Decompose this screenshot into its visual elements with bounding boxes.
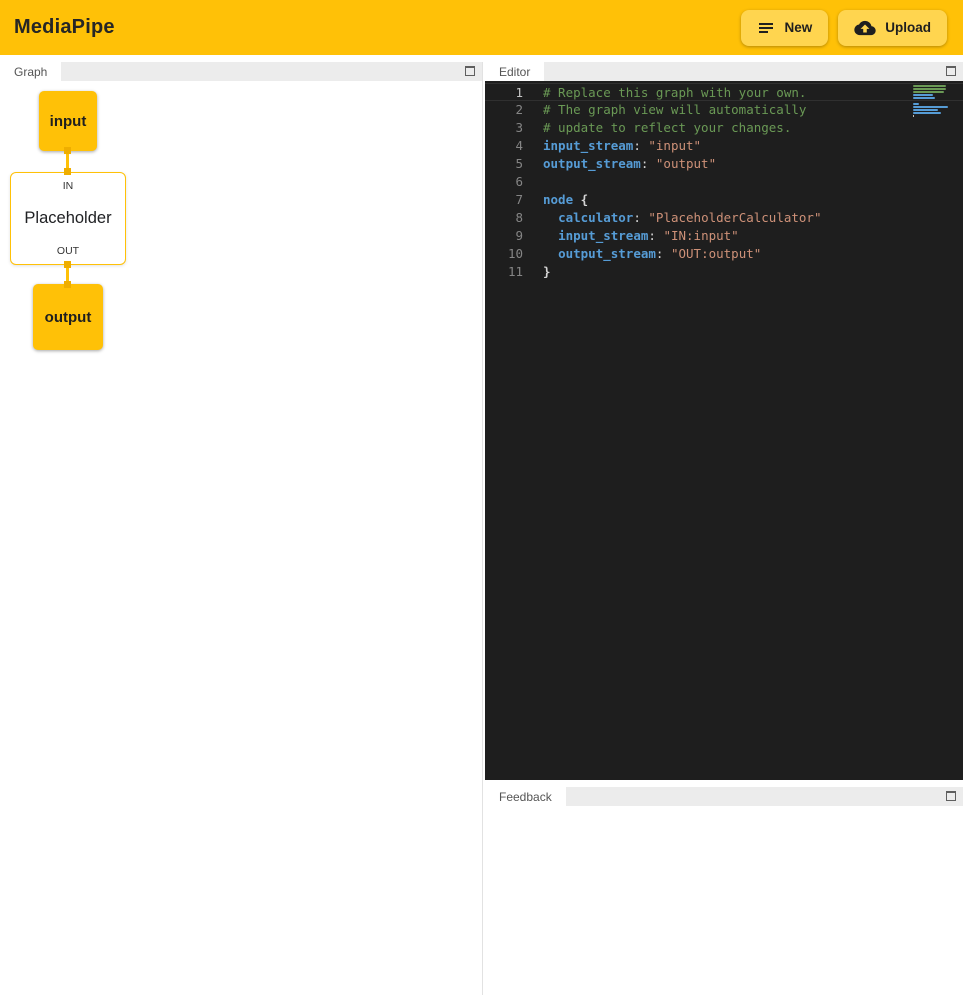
graph-panel: Graph input IN Placeholder OUT output	[0, 62, 483, 995]
main-layout: Graph input IN Placeholder OUT output Ed…	[0, 62, 963, 995]
graph-node-input[interactable]: input	[39, 91, 97, 151]
graph-panel-tabs: Graph	[0, 62, 482, 81]
code-line[interactable]: 9 input_stream: "IN:input"	[485, 227, 963, 245]
code-line[interactable]: 10 output_stream: "OUT:output"	[485, 245, 963, 263]
line-number: 5	[485, 155, 543, 173]
line-number: 3	[485, 119, 543, 137]
editor-minimap[interactable]	[913, 85, 949, 117]
line-number: 4	[485, 137, 543, 155]
upload-button[interactable]: Upload	[838, 10, 947, 46]
code-line[interactable]: 8 calculator: "PlaceholderCalculator"	[485, 209, 963, 227]
feedback-body[interactable]	[485, 806, 963, 995]
editor-popout-icon[interactable]	[946, 66, 956, 76]
line-number: 7	[485, 191, 543, 209]
code-lines: 1# Replace this graph with your own.2# T…	[485, 83, 963, 281]
edge-connector-dot	[64, 261, 71, 268]
new-list-icon	[757, 19, 775, 37]
tab-graph[interactable]: Graph	[0, 62, 61, 81]
graph-canvas[interactable]: input IN Placeholder OUT output	[0, 81, 482, 995]
placeholder-in-port: IN	[63, 180, 74, 192]
feedback-panel-tabs: Feedback	[485, 787, 963, 806]
editor-panel-tabs: Editor	[485, 62, 963, 81]
feedback-panel: Feedback	[485, 787, 963, 995]
upload-button-label: Upload	[885, 20, 931, 35]
new-button[interactable]: New	[741, 10, 828, 46]
line-number: 11	[485, 263, 543, 281]
graph-node-output[interactable]: output	[33, 284, 103, 350]
code-editor[interactable]: 1# Replace this graph with your own.2# T…	[485, 81, 963, 780]
app-title: MediaPipe	[14, 16, 115, 39]
editor-panel: Editor 1# Replace this graph with your o…	[485, 62, 963, 780]
code-line[interactable]: 6	[485, 173, 963, 191]
line-number: 6	[485, 173, 543, 191]
line-number: 2	[485, 101, 543, 119]
graph-node-placeholder[interactable]: IN Placeholder OUT	[10, 172, 126, 265]
placeholder-out-port: OUT	[57, 245, 79, 257]
edge-connector-dot	[64, 147, 71, 154]
edge-connector-dot	[64, 281, 71, 288]
line-number: 1	[485, 84, 543, 100]
edge-connector-dot	[64, 168, 71, 175]
code-line[interactable]: 5output_stream: "output"	[485, 155, 963, 173]
code-line[interactable]: 2# The graph view will automatically	[485, 101, 963, 119]
placeholder-node-title: Placeholder	[24, 209, 111, 228]
header-actions: New Upload	[741, 10, 949, 46]
tab-editor[interactable]: Editor	[485, 62, 544, 81]
code-line[interactable]: 3# update to reflect your changes.	[485, 119, 963, 137]
right-column: Editor 1# Replace this graph with your o…	[485, 62, 963, 995]
graph-popout-icon[interactable]	[465, 66, 475, 76]
line-number: 9	[485, 227, 543, 245]
code-line[interactable]: 1# Replace this graph with your own.	[485, 83, 963, 101]
new-button-label: New	[784, 20, 812, 35]
tab-feedback[interactable]: Feedback	[485, 787, 566, 806]
app-header: MediaPipe New Upload	[0, 0, 963, 55]
line-number: 8	[485, 209, 543, 227]
line-number: 10	[485, 245, 543, 263]
cloud-upload-icon	[854, 20, 876, 36]
code-line[interactable]: 11}	[485, 263, 963, 281]
feedback-popout-icon[interactable]	[946, 791, 956, 801]
code-line[interactable]: 7node {	[485, 191, 963, 209]
code-line[interactable]: 4input_stream: "input"	[485, 137, 963, 155]
